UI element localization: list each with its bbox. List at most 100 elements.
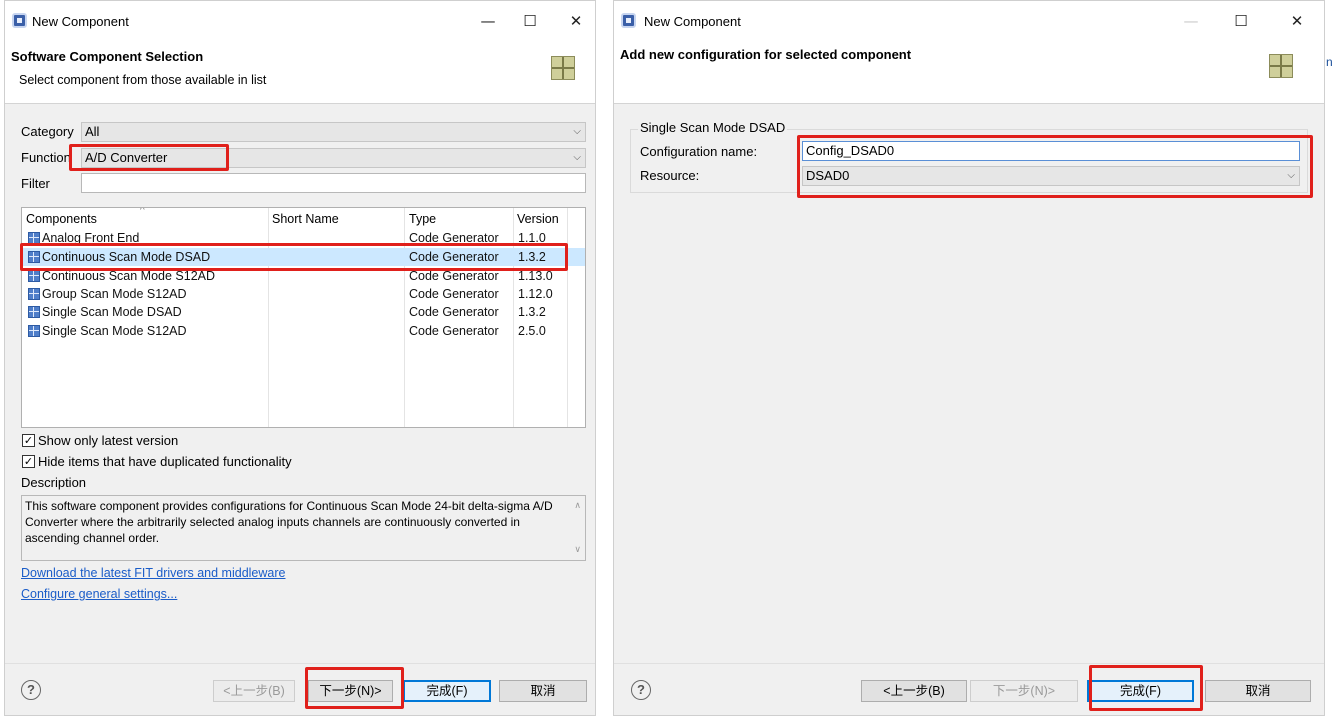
column-header-version[interactable]: Version <box>513 208 573 228</box>
column-header-short-name[interactable]: Short Name <box>268 208 404 228</box>
window-title: New Component <box>644 14 741 29</box>
chevron-down-icon: ⌵ <box>1287 170 1295 181</box>
components-table[interactable]: Components ^ Short Name Type Version Ana… <box>21 207 586 428</box>
wizard-grid-icon <box>1269 54 1293 78</box>
row-type: Code Generator <box>409 250 499 264</box>
back-button[interactable]: <上一步(B) <box>861 680 967 702</box>
row-type: Code Generator <box>409 305 499 319</box>
row-version: 1.13.0 <box>518 269 553 283</box>
row-type: Code Generator <box>409 324 499 338</box>
chevron-down-icon: ⌵ <box>573 152 581 163</box>
scroll-down-icon[interactable]: ∨ <box>574 542 581 558</box>
row-component-name: Continuous Scan Mode DSAD <box>42 250 211 264</box>
window-title: New Component <box>32 14 129 29</box>
finish-button[interactable]: 完成(F) <box>403 680 491 702</box>
row-version: 1.1.0 <box>518 231 546 245</box>
sort-arrow-icon: ^ <box>140 207 145 216</box>
wizard-grid-icon <box>551 56 575 80</box>
chevron-down-icon: ⌵ <box>573 126 581 137</box>
edge-glyph: n <box>1326 55 1333 69</box>
row-component-name: Single Scan Mode S12AD <box>42 324 187 338</box>
category-select[interactable]: All ⌵ <box>81 122 586 142</box>
config-name-input[interactable]: Config_DSAD0 <box>802 141 1300 161</box>
latest-version-label: Show only latest version <box>38 433 179 448</box>
row-version: 1.12.0 <box>518 287 553 301</box>
row-version: 1.3.2 <box>518 250 546 264</box>
table-row[interactable]: Group Scan Mode S12AD Code Generator 1.1… <box>22 285 585 303</box>
table-row-selected[interactable]: Continuous Scan Mode DSAD Code Generator… <box>22 248 585 266</box>
cancel-button[interactable]: 取消 <box>499 680 587 702</box>
configure-settings-link[interactable]: Configure general settings... <box>21 587 177 601</box>
maximize-button[interactable]: ☐ <box>515 9 545 33</box>
row-version: 2.5.0 <box>518 324 546 338</box>
component-icon <box>28 288 40 300</box>
config-name-label: Configuration name: <box>640 144 758 159</box>
latest-version-checkbox[interactable]: ✓ <box>22 434 35 447</box>
row-type: Code Generator <box>409 287 499 301</box>
group-title: Single Scan Mode DSAD <box>638 120 788 135</box>
category-label: Category <box>21 124 74 139</box>
hide-duplicates-label: Hide items that have duplicated function… <box>38 454 292 469</box>
app-icon <box>12 13 27 28</box>
close-button[interactable]: ✕ <box>1282 9 1312 33</box>
description-box[interactable]: This software component provides configu… <box>21 495 586 561</box>
table-row[interactable]: Analog Front End Code Generator 1.1.0 <box>22 229 585 247</box>
download-drivers-link[interactable]: Download the latest FIT drivers and midd… <box>21 566 285 580</box>
help-icon[interactable]: ? <box>21 680 41 700</box>
function-value: A/D Converter <box>85 150 168 165</box>
component-icon <box>28 270 40 282</box>
help-icon[interactable]: ? <box>631 680 651 700</box>
resource-value: DSAD0 <box>806 168 850 183</box>
page-title: Software Component Selection <box>11 49 204 64</box>
component-icon <box>28 325 40 337</box>
component-icon <box>28 306 40 318</box>
page-title: Add new configuration for selected compo… <box>620 47 912 62</box>
footer-divider <box>5 663 595 664</box>
finish-button[interactable]: 完成(F) <box>1087 680 1194 702</box>
column-label: Components <box>26 212 97 226</box>
column-header-components[interactable]: Components ^ <box>22 208 268 228</box>
app-icon <box>621 13 636 28</box>
footer-divider <box>614 663 1324 664</box>
description-text: This software component provides configu… <box>25 499 553 545</box>
minimize-button[interactable]: — <box>473 9 503 33</box>
component-icon <box>28 251 40 263</box>
row-component-name: Continuous Scan Mode S12AD <box>42 269 216 283</box>
table-row[interactable]: Single Scan Mode S12AD Code Generator 2.… <box>22 322 585 340</box>
description-label: Description <box>21 475 87 490</box>
row-component-name: Single Scan Mode DSAD <box>42 305 182 319</box>
background-window-edge: n <box>1326 0 1335 721</box>
column-header-type[interactable]: Type <box>405 208 513 228</box>
scroll-up-icon[interactable]: ∧ <box>574 498 581 514</box>
back-button[interactable]: <上一步(B) <box>213 680 295 702</box>
row-component-name: Group Scan Mode S12AD <box>42 287 187 301</box>
table-row[interactable]: Single Scan Mode DSAD Code Generator 1.3… <box>22 303 585 321</box>
resource-label: Resource: <box>640 168 700 183</box>
resource-select[interactable]: DSAD0 ⌵ <box>802 166 1300 186</box>
table-row[interactable]: Continuous Scan Mode S12AD Code Generato… <box>22 267 585 285</box>
row-type: Code Generator <box>409 269 499 283</box>
wizard-header: Add new configuration for selected compo… <box>614 41 1324 104</box>
row-type: Code Generator <box>409 231 499 245</box>
close-button[interactable]: ✕ <box>561 9 591 33</box>
next-button[interactable]: 下一步(N)> <box>308 680 393 702</box>
new-component-dialog-selection: New Component — ☐ ✕ Software Component S… <box>4 0 596 716</box>
maximize-button[interactable]: ☐ <box>1226 9 1256 33</box>
cancel-button[interactable]: 取消 <box>1205 680 1311 702</box>
new-component-dialog-configuration: New Component — ☐ ✕ Add new configuratio… <box>613 0 1325 716</box>
page-subtitle: Select component from those available in… <box>19 73 267 87</box>
row-version: 1.3.2 <box>518 305 546 319</box>
minimize-button[interactable]: — <box>1176 9 1206 33</box>
next-button[interactable]: 下一步(N)> <box>970 680 1078 702</box>
filter-input[interactable] <box>81 173 586 193</box>
title-bar: New Component — ☐ ✕ <box>5 1 595 41</box>
title-bar: New Component — ☐ ✕ <box>614 1 1324 41</box>
filter-label: Filter <box>21 176 50 191</box>
function-select[interactable]: A/D Converter ⌵ <box>81 148 586 168</box>
category-value: All <box>85 124 100 139</box>
row-component-name: Analog Front End <box>42 231 140 245</box>
function-label: Function <box>21 150 71 165</box>
component-icon <box>28 232 40 244</box>
hide-duplicates-checkbox[interactable]: ✓ <box>22 455 35 468</box>
wizard-header: Software Component Selection Select comp… <box>5 41 595 104</box>
